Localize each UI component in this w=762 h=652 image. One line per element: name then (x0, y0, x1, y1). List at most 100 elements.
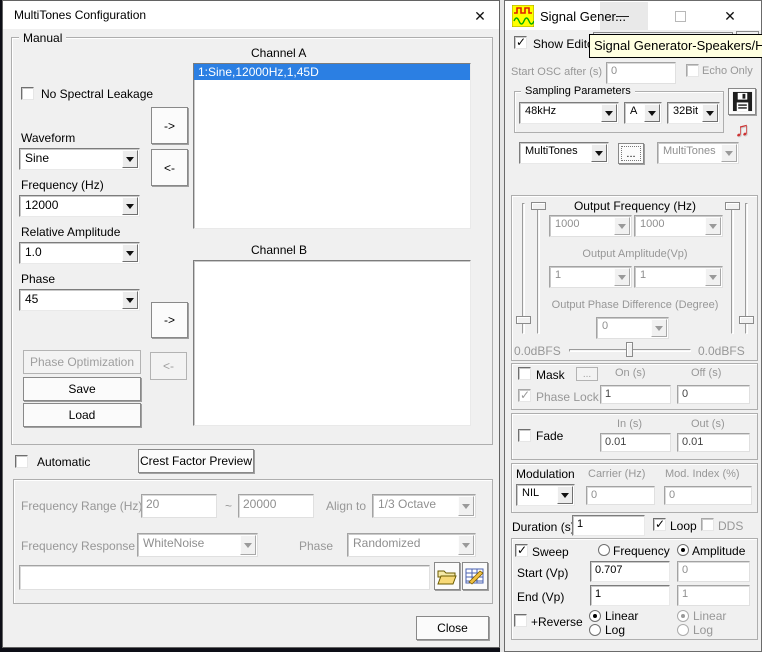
close-icon[interactable]: ✕ (469, 6, 491, 26)
bit-depth-select[interactable]: 32Bit (667, 102, 720, 124)
mask-checkbox[interactable] (518, 367, 531, 380)
phase-lock-label: Phase Lock (536, 390, 599, 404)
start-vp-field[interactable]: 0.707 (590, 561, 670, 582)
level-slider-left-outer[interactable] (522, 203, 525, 334)
freq-a-value: 1000 (555, 218, 612, 230)
sweep-checkbox[interactable] (515, 544, 528, 557)
channel-b-listbox[interactable] (193, 260, 471, 426)
linear-radio[interactable] (589, 610, 601, 622)
end-vp-field[interactable]: 1 (590, 585, 670, 606)
loop-label: Loop (670, 519, 697, 533)
add-to-channel-a-button[interactable]: -> (151, 107, 188, 144)
signal-type-select[interactable]: MultiTones (519, 142, 609, 164)
align-to-select: 1/3 Octave (372, 494, 476, 518)
minimize-icon[interactable]: — (616, 8, 629, 23)
triangle-icon (709, 224, 717, 233)
relative-amplitude-select[interactable]: 1.0 (19, 242, 140, 264)
log-radio[interactable] (589, 624, 601, 636)
chevron-down-icon[interactable] (601, 104, 617, 122)
channel-a-item[interactable]: 1:Sine,12000Hz,1,45D (194, 64, 470, 80)
chevron-down-icon[interactable] (702, 104, 718, 122)
close-icon[interactable]: ✕ (719, 6, 741, 26)
add-to-channel-b-button[interactable]: -> (151, 302, 188, 338)
no-spectral-leakage-checkbox[interactable] (21, 87, 34, 100)
show-editor-checkbox[interactable] (514, 36, 527, 49)
mask-off-field: 0 (677, 385, 750, 404)
duration-field[interactable]: 1 (572, 515, 645, 536)
level-slider-right-inner[interactable] (731, 203, 734, 334)
music-notes-icon: ♫ (735, 119, 750, 142)
channel-a-listbox[interactable]: 1:Sine,12000Hz,1,45D (193, 63, 471, 229)
fade-checkbox[interactable] (518, 429, 531, 442)
phase-lock-checkbox (518, 389, 531, 402)
play-tone-button: ♫ (729, 117, 755, 143)
phase-diff-select: 0 (596, 317, 669, 339)
frequency-response-select: WhiteNoise (137, 533, 258, 557)
range-to-field: 20000 (238, 494, 314, 518)
chevron-down-icon[interactable] (557, 486, 573, 504)
chevron-down-icon[interactable] (122, 291, 138, 309)
chevron-down-icon[interactable] (122, 244, 138, 262)
open-file-button[interactable] (434, 562, 460, 590)
triangle-icon (725, 151, 733, 160)
close-button[interactable]: Close (416, 616, 489, 640)
remove-from-channel-a-button[interactable]: <- (151, 149, 188, 186)
channel-select[interactable]: A (624, 102, 662, 124)
remove-from-channel-b-button: <- (150, 352, 187, 380)
triangle-icon (244, 543, 252, 552)
align-to-label: Align to (326, 499, 366, 513)
level-slider-left-inner[interactable] (537, 203, 540, 334)
log-radio-label: Log (605, 623, 625, 637)
end-vp-label: End (Vp) (517, 590, 564, 604)
amplitude-radio[interactable] (677, 544, 689, 556)
reverse-label: +Reverse (531, 615, 583, 629)
crest-factor-preview-button[interactable]: Crest Factor Preview (138, 449, 254, 473)
edit-table-button[interactable] (462, 562, 488, 590)
automatic-checkbox[interactable] (15, 455, 28, 468)
slider-thumb[interactable] (626, 342, 633, 357)
slider-thumb[interactable] (516, 316, 531, 324)
triangle-icon (706, 111, 714, 120)
slider-thumb[interactable] (725, 202, 740, 210)
chevron-down-icon (721, 144, 737, 162)
signal-type-value: MultiTones (525, 145, 589, 157)
sample-rate-select[interactable]: 48kHz (519, 102, 619, 124)
mask-label: Mask (536, 368, 565, 382)
mask-config-button: ... (576, 367, 598, 381)
chevron-down-icon[interactable] (644, 104, 660, 122)
waveform-select[interactable]: Sine (19, 148, 140, 170)
slider-thumb[interactable] (531, 202, 546, 210)
reverse-checkbox[interactable] (514, 614, 527, 627)
frequency-select[interactable]: 12000 (19, 195, 140, 217)
app-icon (512, 5, 534, 27)
relative-amplitude-value: 1.0 (25, 245, 120, 259)
level-slider-right-outer[interactable] (745, 203, 748, 334)
phase-value: 45 (25, 292, 120, 306)
triangle-icon (126, 251, 134, 260)
frequency-radio[interactable] (598, 544, 610, 556)
slider-thumb[interactable] (739, 316, 754, 324)
save-button[interactable]: Save (23, 377, 141, 401)
signal-config-button[interactable]: ... (618, 143, 644, 164)
waveform-value: Sine (25, 151, 120, 165)
phase-label: Phase (21, 272, 55, 286)
fade-label: Fade (536, 429, 563, 443)
dbfs-right-label: 0.0dBFS (698, 344, 745, 358)
phase-select[interactable]: 45 (19, 289, 140, 311)
linear-b-radio-label: Linear (693, 609, 726, 623)
save-signal-button[interactable] (728, 88, 756, 115)
triangle-icon (595, 151, 603, 160)
chevron-down-icon[interactable] (591, 144, 607, 162)
chevron-down-icon[interactable] (122, 150, 138, 168)
table-edit-icon (465, 567, 485, 585)
fade-in-field: 0.01 (600, 433, 671, 452)
load-button[interactable]: Load (23, 403, 141, 427)
modulation-value: NIL (522, 487, 555, 499)
bit-depth-value: 32Bit (673, 105, 700, 117)
mask-off-label: Off (s) (691, 367, 721, 379)
loop-checkbox[interactable] (653, 518, 666, 531)
modulation-select[interactable]: NIL (516, 484, 575, 506)
start-vp-label: Start (Vp) (517, 566, 568, 580)
relative-amplitude-label: Relative Amplitude (21, 225, 120, 239)
chevron-down-icon[interactable] (122, 197, 138, 215)
